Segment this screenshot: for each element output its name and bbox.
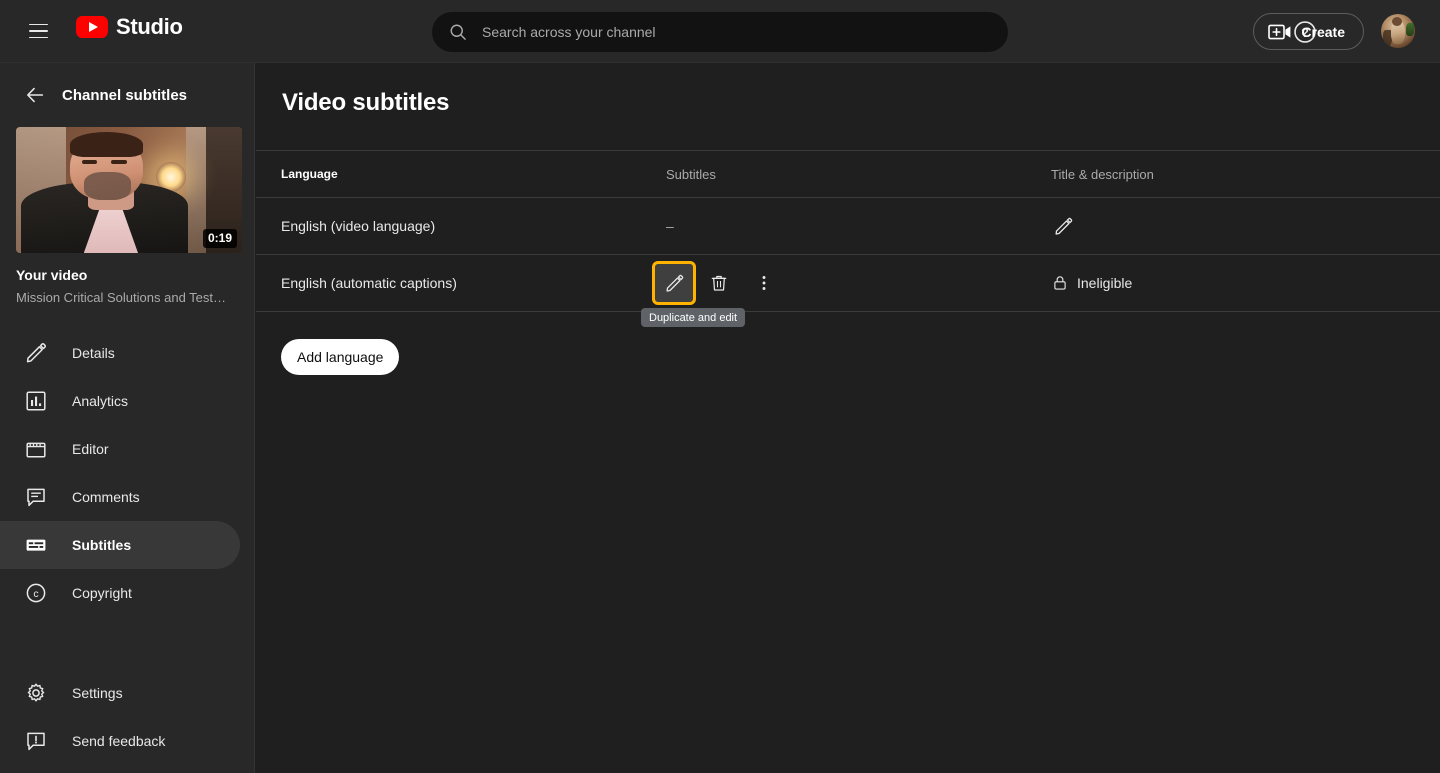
youtube-logo-icon (76, 16, 108, 38)
row-language: English (video language) (281, 218, 436, 234)
row-language: English (automatic captions) (281, 275, 457, 291)
sidebar-item-label: Copyright (72, 585, 132, 601)
sidebar-item-label: Subtitles (72, 537, 132, 553)
studio-brand[interactable]: Studio (76, 16, 183, 38)
video-thumbnail[interactable]: 0:19 (16, 127, 242, 253)
edit-title-description-button[interactable] (1043, 206, 1083, 246)
column-header-subtitles: Subtitles (666, 166, 716, 182)
sidebar-bottom-nav: Settings Send feedback (0, 669, 254, 765)
pencil-icon (26, 343, 47, 363)
sidebar-item-label: Send feedback (72, 733, 166, 749)
sidebar-item-label: Settings (72, 685, 123, 701)
subtitles-icon (26, 539, 46, 551)
add-language-button[interactable]: Add language (281, 339, 400, 375)
feedback-icon (27, 732, 45, 751)
sidebar-item-label: Analytics (72, 393, 129, 409)
gear-icon (27, 683, 45, 702)
table-row: English (automatic captions) Ineligible (256, 255, 1440, 312)
table-row: English (video language) – (256, 198, 1440, 255)
status-label: Ineligible (1077, 275, 1133, 291)
sidebar-item-editor[interactable]: Editor (0, 425, 240, 473)
video-description: Mission Critical Solutions and TestR… (16, 290, 232, 305)
row-subtitles-status: – (666, 218, 674, 234)
page-title: Video subtitles (282, 89, 450, 116)
avatar[interactable] (1381, 14, 1415, 48)
sidebar-nav: Details Analytics Editor Comments Subtit… (0, 329, 254, 617)
tooltip-duplicate-and-edit: Duplicate and edit (641, 308, 746, 327)
search-bar[interactable] (432, 12, 1008, 52)
status-badge: Ineligible (1051, 274, 1132, 292)
sidebar-item-settings[interactable]: Settings (0, 669, 241, 717)
sidebar-item-subtitles[interactable]: Subtitles (0, 521, 240, 569)
sidebar-item-copyright[interactable]: c Copyright (0, 569, 240, 617)
row-actions-cell (652, 261, 784, 305)
sidebar-item-label: Comments (72, 489, 140, 505)
trash-icon (711, 275, 727, 291)
row-title-description-cell: Ineligible (1051, 274, 1132, 292)
table-header-row: Language Subtitles Title & description (256, 150, 1440, 198)
create-button[interactable]: Create (1253, 13, 1364, 50)
sidebar-item-analytics[interactable]: Analytics (0, 377, 240, 425)
search-icon (450, 24, 466, 40)
more-vertical-icon (762, 276, 766, 290)
video-meta: Your video Mission Critical Solutions an… (0, 253, 254, 307)
row-title-description-cell (1051, 206, 1083, 246)
more-options-button[interactable] (744, 263, 784, 303)
sidebar-item-comments[interactable]: Comments (0, 473, 240, 521)
pencil-icon (1054, 217, 1072, 235)
column-header-title-description: Title & description (1051, 166, 1154, 182)
sidebar-item-send-feedback[interactable]: Send feedback (0, 717, 241, 765)
brand-label: Studio (116, 14, 183, 39)
clapperboard-icon (26, 442, 46, 458)
video-duration-badge: 0:19 (202, 229, 237, 248)
sidebar-title: Channel subtitles (62, 86, 188, 104)
top-bar: Studio ? Create (0, 0, 1440, 63)
sidebar-item-label: Details (72, 345, 115, 361)
comment-icon (27, 488, 45, 507)
search-input[interactable] (482, 24, 992, 40)
bar-chart-icon (26, 391, 46, 411)
back-arrow-icon[interactable] (24, 84, 46, 106)
column-header-language: Language (281, 167, 338, 181)
lock-icon (1054, 276, 1066, 290)
duplicate-and-edit-button[interactable] (652, 261, 696, 305)
sidebar: Channel subtitles 0:19 Your video Missio… (0, 63, 255, 773)
hamburger-menu-icon[interactable] (22, 15, 54, 47)
video-title: Your video (16, 267, 88, 283)
video-thumbnail-wrapper: 0:19 (0, 127, 254, 253)
main-content: Video subtitles Language Subtitles Title… (256, 63, 1440, 773)
sidebar-back-header[interactable]: Channel subtitles (0, 63, 254, 127)
delete-button[interactable] (699, 263, 739, 303)
svg-text:c: c (33, 588, 38, 600)
video-plus-icon (1268, 24, 1291, 39)
subtitles-table: Language Subtitles Title & description E… (256, 150, 1440, 312)
pencil-icon (665, 274, 683, 292)
create-label: Create (1301, 23, 1345, 40)
sidebar-item-details[interactable]: Details (0, 329, 240, 377)
sidebar-item-label: Editor (72, 441, 109, 457)
copyright-icon: c (26, 583, 46, 603)
